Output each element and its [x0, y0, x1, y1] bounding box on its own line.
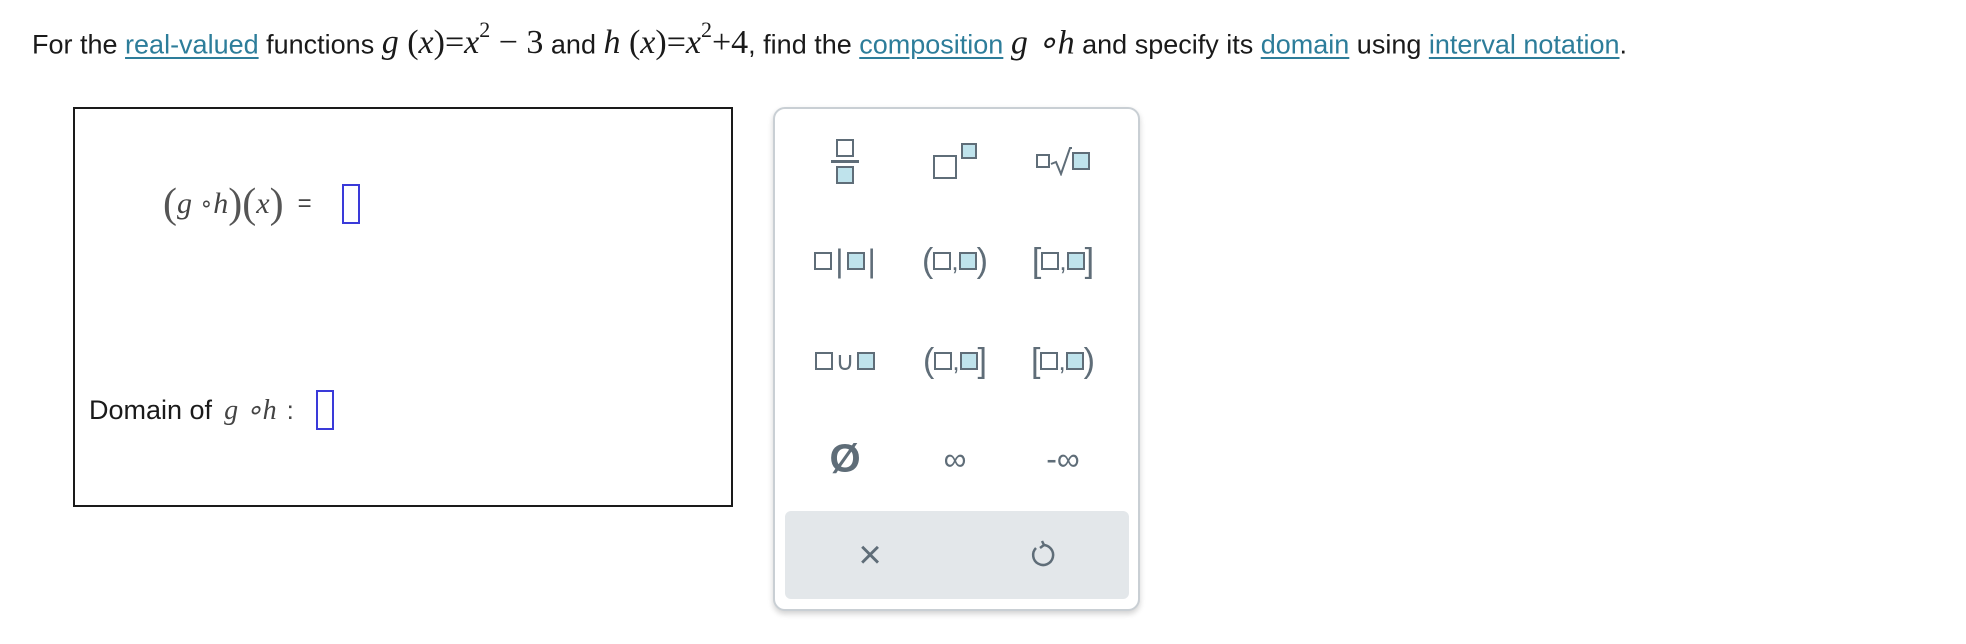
- infinity-icon: ∞: [943, 441, 967, 477]
- domain-input[interactable]: [315, 390, 334, 430]
- infinity-button[interactable]: ∞: [905, 427, 1005, 491]
- question-part: , find the: [748, 29, 860, 60]
- domain-colon: :: [286, 394, 294, 425]
- superscript-button[interactable]: [905, 129, 1005, 193]
- question-part: using: [1349, 29, 1429, 60]
- equals-sign: =: [297, 190, 312, 217]
- domain-label: Domain of: [89, 394, 213, 425]
- absolute-value-icon: | |: [814, 245, 876, 277]
- fraction-button[interactable]: [795, 129, 895, 193]
- nth-root-button[interactable]: [1013, 129, 1113, 193]
- negative-infinity-icon: -∞: [1046, 441, 1080, 477]
- negative-infinity-button[interactable]: -∞: [1013, 427, 1113, 491]
- superscript-icon: [933, 143, 977, 179]
- half-open-right-icon: [,): [1030, 342, 1095, 380]
- nth-root-icon: [1036, 146, 1090, 176]
- empty-set-button[interactable]: Ø: [795, 427, 895, 491]
- h-definition: h (x)=x2+4: [603, 17, 749, 62]
- half-open-right-button[interactable]: [,): [1013, 329, 1113, 393]
- math-palette: | | (,) [,] ∪ (,] [,) Ø ∞ -∞ ×: [773, 107, 1140, 611]
- composition-input[interactable]: [341, 184, 360, 224]
- composition-symbol: g ∘h: [1010, 24, 1075, 62]
- composition-label: (g ∘ h)(x): [163, 181, 284, 227]
- domain-row: Domain of g ∘h :: [89, 385, 334, 435]
- clear-button[interactable]: ×: [820, 523, 920, 587]
- link-domain[interactable]: domain: [1261, 29, 1350, 59]
- question-part: functions: [258, 29, 382, 60]
- half-open-left-button[interactable]: (,]: [905, 329, 1005, 393]
- open-interval-icon: (,): [922, 242, 988, 280]
- half-open-left-icon: (,]: [922, 342, 987, 380]
- palette-footer: ×: [785, 511, 1129, 599]
- g-definition: g (x)=x2 − 3: [381, 17, 544, 62]
- question-part: For the: [32, 29, 126, 60]
- closed-interval-icon: [,]: [1031, 242, 1095, 280]
- closed-interval-button[interactable]: [,]: [1013, 229, 1113, 293]
- question-part: [1003, 29, 1011, 59]
- question-text: For the real-valued functions g (x)=x2 −…: [32, 4, 1627, 64]
- question-part: .: [1619, 29, 1627, 60]
- question-part: and: [543, 29, 604, 60]
- link-real-valued[interactable]: real-valued: [125, 29, 259, 59]
- link-interval-notation[interactable]: interval notation: [1429, 29, 1620, 59]
- question-part: and specify its: [1074, 29, 1261, 60]
- undo-icon: [1031, 540, 1055, 567]
- absolute-value-button[interactable]: | |: [795, 229, 895, 293]
- union-button[interactable]: ∪: [795, 329, 895, 393]
- domain-math: g ∘h: [224, 395, 277, 426]
- open-interval-button[interactable]: (,): [905, 229, 1005, 293]
- empty-set-icon: Ø: [829, 437, 861, 481]
- close-icon: ×: [858, 533, 882, 577]
- union-icon: ∪: [815, 348, 875, 374]
- answer-box: (g ∘ h)(x) = Domain of g ∘h :: [73, 107, 733, 507]
- composition-row: (g ∘ h)(x) =: [163, 179, 360, 229]
- reset-button[interactable]: [993, 523, 1093, 587]
- link-composition[interactable]: composition: [859, 29, 1003, 59]
- fraction-icon: [831, 138, 859, 184]
